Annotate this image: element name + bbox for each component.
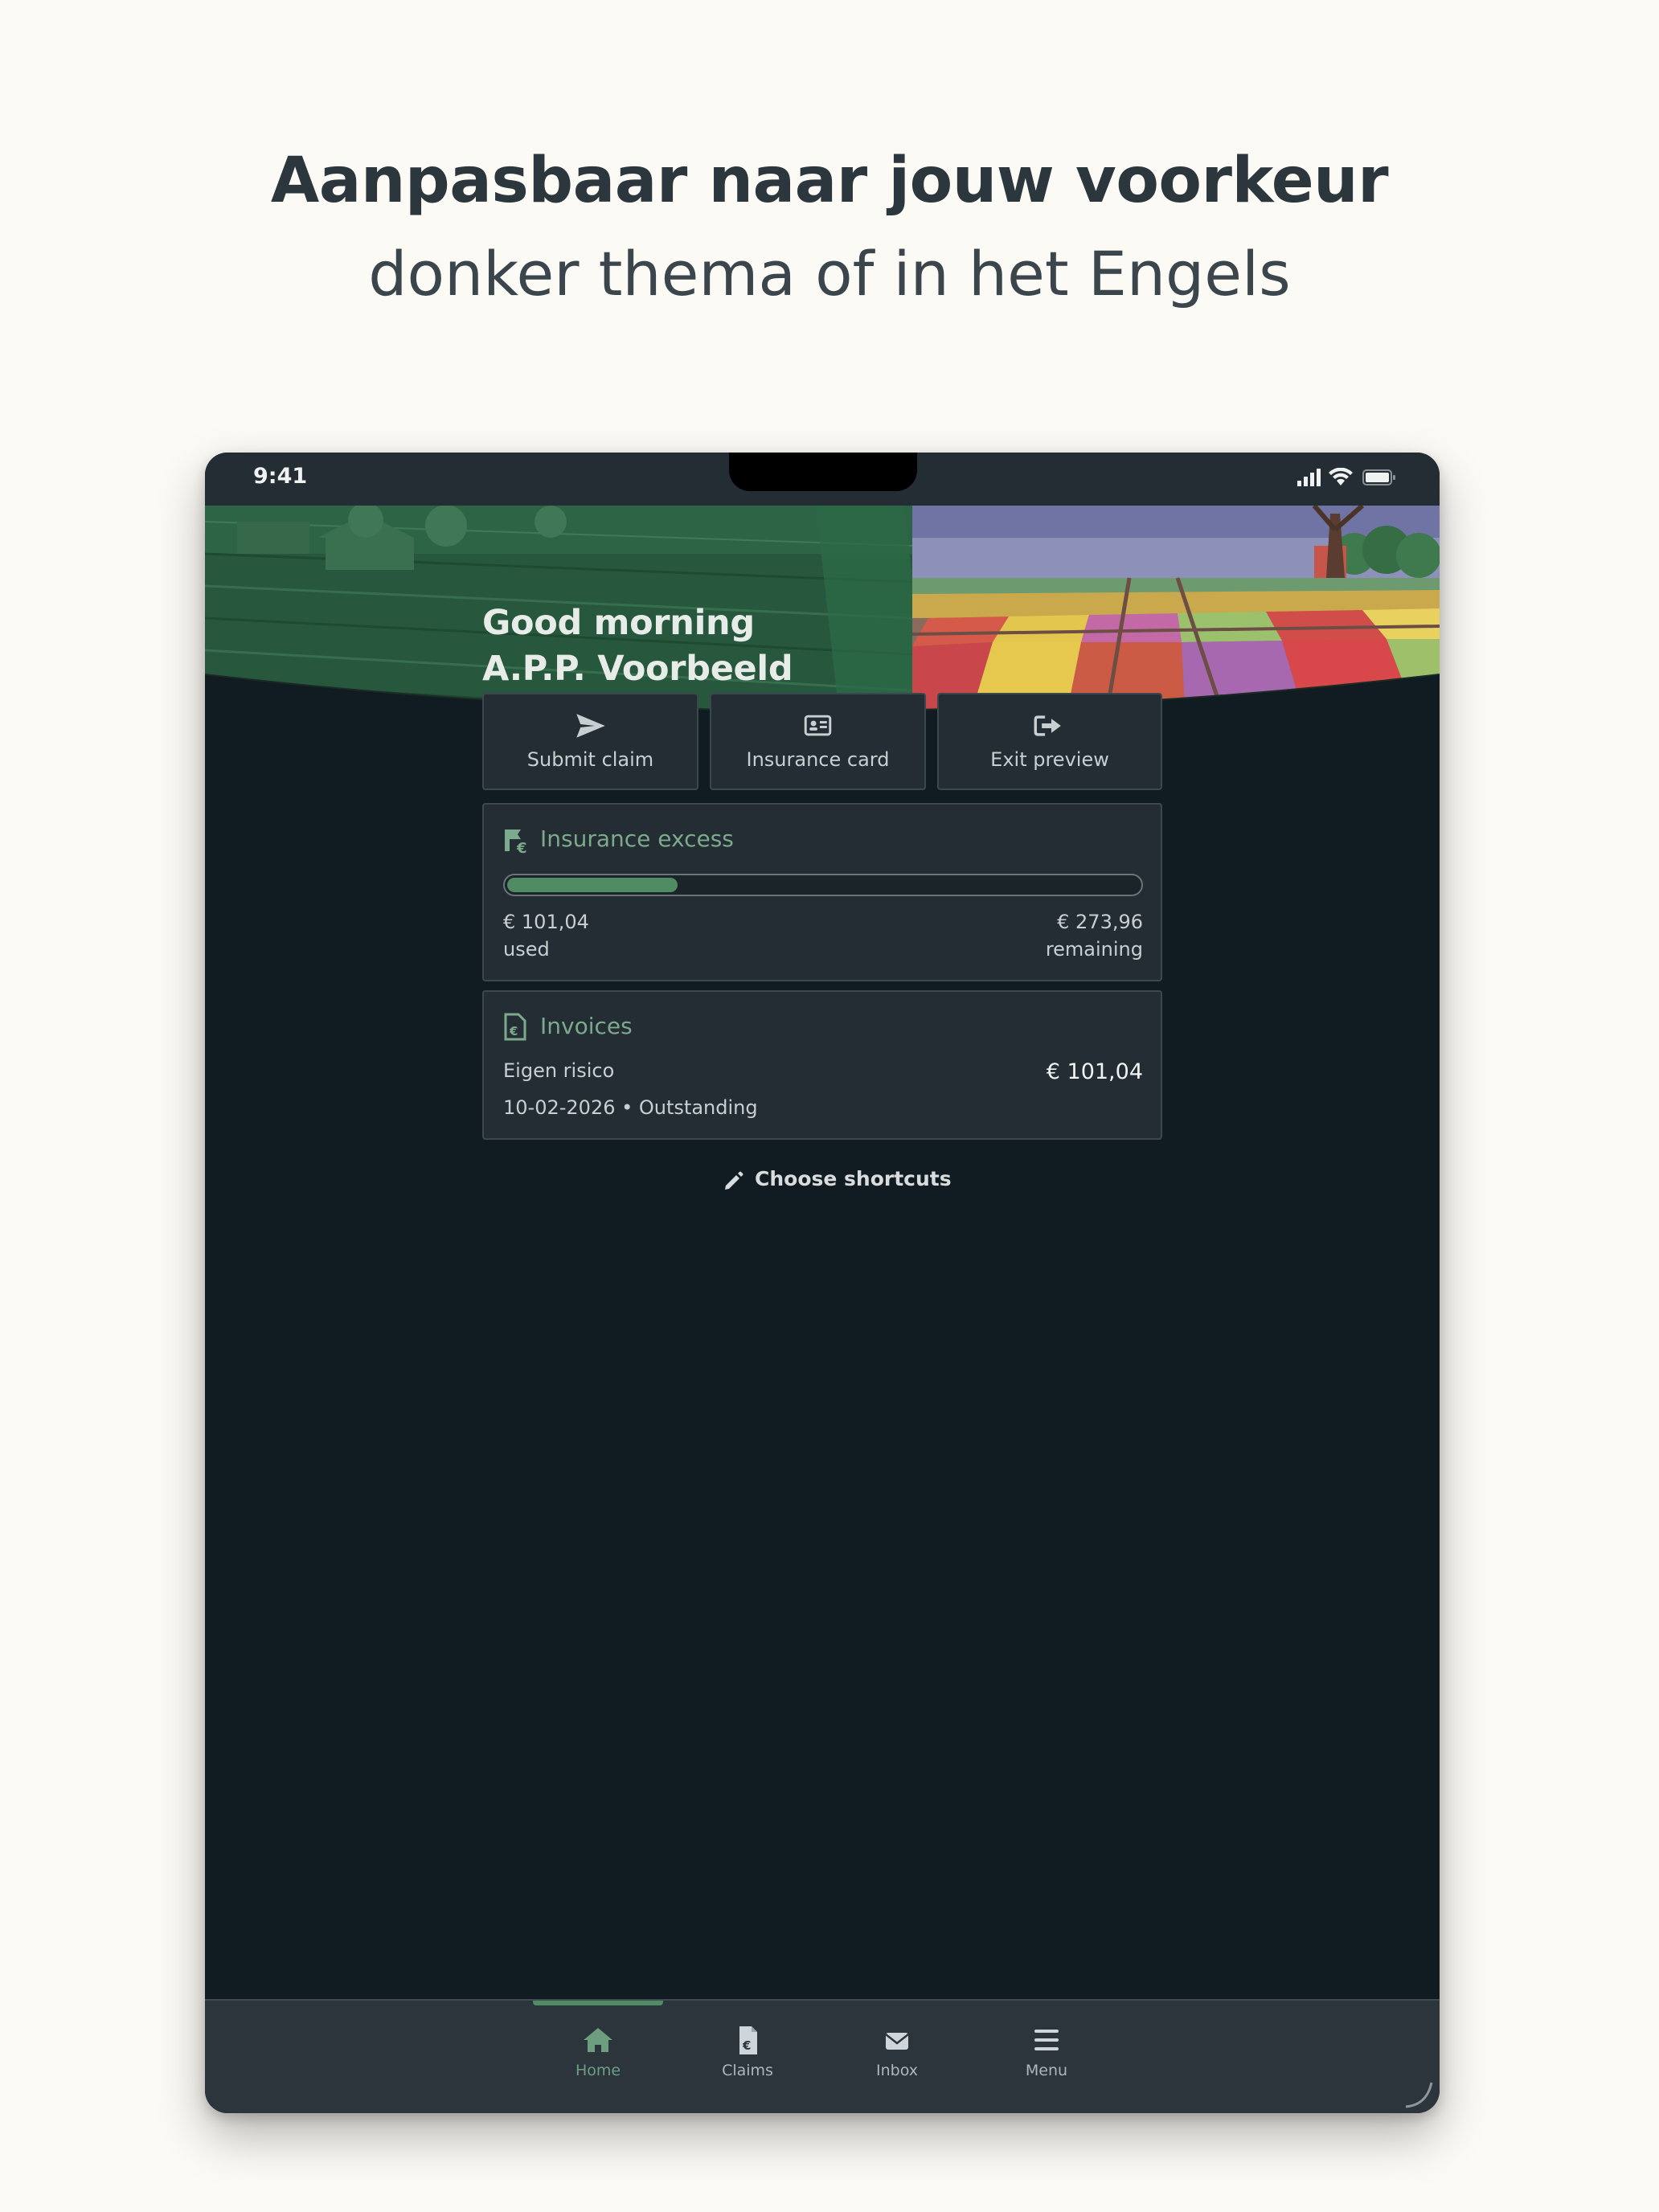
battery-icon [1362,469,1395,485]
sign-out-icon [1034,715,1061,736]
tab-inbox[interactable]: Inbox [849,2001,945,2097]
choose-shortcuts-button[interactable]: Choose shortcuts [723,1165,952,1198]
tab-menu-label: Menu [1025,2062,1068,2079]
hamburger-menu-icon [1034,2030,1059,2050]
claims-document-icon: € [739,2026,757,2054]
excess-euro-icon: € [505,830,527,854]
invoices-card[interactable]: € Invoices Eigen risico 10-02-2026 • Out… [482,990,1162,1140]
invoice-item-name: Eigen risico [503,1059,615,1082]
excess-remaining-amount: € 273,96 [1057,911,1143,933]
status-bar: 9:41 [205,453,1440,506]
user-name: A.P.P. Voorbeeld [482,649,793,689]
pencil-icon [725,1171,743,1190]
status-time: 9:41 [253,464,308,489]
excess-title: Insurance excess [540,825,734,852]
resize-corner-icon [1405,2082,1433,2108]
quick-actions: Submit claim Insurance card Exit preview [482,693,1162,793]
home-icon [584,2028,612,2052]
choose-shortcuts-label: Choose shortcuts [755,1167,952,1190]
tab-claims[interactable]: € Claims [699,2001,796,2097]
page-subheadline: donker thema of in het Engels [368,238,1291,309]
insurance-card-button[interactable]: Insurance card [710,693,926,790]
signal-icon [1297,469,1321,486]
excess-progress-bar [503,874,1143,896]
greeting-line: Good morning [482,603,755,643]
tulip-field-illustration [205,506,1440,711]
svg-text:€: € [516,840,527,854]
id-card-icon [804,715,832,736]
excess-used-label: used [503,938,550,961]
invoices-title: Invoices [540,1013,633,1039]
insurance-excess-card[interactable]: € Insurance excess € 101,04 used € 273,9… [482,803,1162,981]
excess-progress-fill [507,878,678,892]
status-icons [1296,468,1401,490]
invoice-item-amount: € 101,04 [1046,1059,1143,1084]
tab-inbox-label: Inbox [876,2062,918,2079]
excess-remaining-label: remaining [1045,938,1143,961]
tablet-frame: 9:41 Good morning A.P.P. Voorbeeld Submi… [205,453,1440,2113]
svg-text:€: € [509,1024,518,1038]
greeting: Good morning A.P.P. Voorbeeld [482,600,793,692]
tab-menu[interactable]: Menu [998,2001,1095,2097]
hero-banner: Good morning A.P.P. Voorbeeld [205,506,1440,723]
wifi-icon [1329,468,1353,485]
invoice-document-icon: € [504,1013,526,1041]
paper-plane-icon [576,714,605,738]
camera-notch [729,453,917,491]
submit-claim-label: Submit claim [526,748,654,771]
tab-home[interactable]: Home [550,2001,646,2097]
exit-preview-label: Exit preview [990,748,1109,771]
envelope-icon [885,2033,909,2050]
submit-claim-button[interactable]: Submit claim [482,693,698,790]
bottom-tab-bar: Home € Claims Inbox Menu [205,1999,1440,2113]
page-headline: Aanpasbaar naar jouw voorkeur [270,145,1389,217]
insurance-card-label: Insurance card [746,748,890,771]
tab-home-label: Home [575,2062,621,2079]
exit-preview-button[interactable]: Exit preview [937,693,1162,790]
excess-used-amount: € 101,04 [503,911,589,933]
invoice-item-meta: 10-02-2026 • Outstanding [503,1096,758,1119]
tab-claims-label: Claims [722,2062,773,2079]
svg-text:€: € [742,2038,751,2053]
